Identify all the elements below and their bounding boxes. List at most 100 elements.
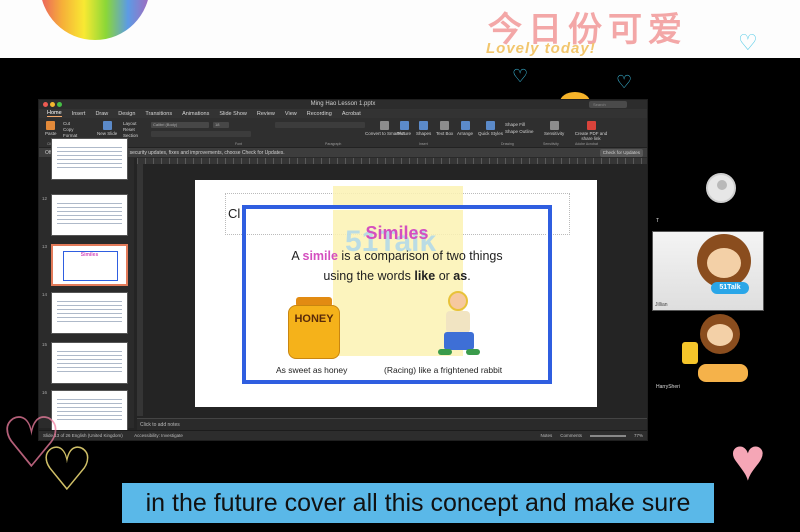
sensitivity-icon: [549, 121, 559, 130]
slide-number: 16: [42, 390, 48, 395]
vertical-ruler: [137, 164, 143, 416]
clipboard-actions: Cut Copy Format: [63, 121, 77, 139]
arrange-icon: [460, 121, 470, 130]
brand-subtitle: Lovely today!: [486, 40, 596, 57]
status-controls: Notes Comments 77%: [540, 431, 643, 441]
quick-styles-icon: [486, 121, 495, 130]
definition-text: is a comparison of two things: [337, 249, 503, 263]
slide-number: 12: [42, 196, 48, 201]
definition-text: or: [435, 269, 454, 283]
slide-thumbnail[interactable]: [51, 292, 128, 334]
search-input[interactable]: Search: [589, 101, 627, 108]
slide-thumbnail[interactable]: [51, 342, 128, 384]
caption-honey: As sweet as honey: [276, 365, 348, 375]
definition-text: using the words: [323, 269, 415, 283]
shapes-button[interactable]: Shapes: [416, 121, 431, 136]
zoom-slider[interactable]: [589, 435, 626, 437]
top-decor-band: 今日份可爱 Lovely today!: [0, 0, 800, 58]
font-name-select[interactable]: Calibri (Body): [151, 122, 209, 128]
document-title: Ming Hao Lesson 1.pptx: [310, 101, 376, 107]
rainbow-decoration: [40, 0, 150, 40]
new-slide-label: New Slide: [97, 131, 118, 136]
create-pdf-label: Create PDF and share link: [574, 131, 608, 141]
honey-label: HONEY: [294, 313, 334, 325]
text-box-icon: [440, 121, 450, 130]
running-boy-image: [436, 287, 484, 359]
arrange-button[interactable]: Arrange: [457, 121, 473, 136]
tab-recording[interactable]: Recording: [307, 111, 332, 117]
heart-decoration-icon: ♥: [730, 426, 766, 493]
text-box-button[interactable]: Text Box: [436, 121, 453, 136]
sensitivity-button[interactable]: Sensitivity: [544, 121, 564, 136]
tab-review[interactable]: Review: [257, 111, 275, 117]
tab-insert[interactable]: Insert: [72, 111, 86, 117]
smartart-icon: [380, 121, 390, 130]
office-update-bar: Office Update To keep up to date with se…: [39, 148, 647, 158]
slide-thumbnail[interactable]: [51, 138, 128, 180]
group-label-insert: Insert: [419, 142, 428, 146]
tab-view[interactable]: View: [285, 111, 297, 117]
panel-marker: T: [656, 218, 660, 224]
paragraph-row: [275, 122, 365, 128]
user-avatar[interactable]: [706, 173, 736, 203]
shape-outline-button[interactable]: Shape Outline: [505, 128, 534, 135]
slide-heading: Similes: [365, 223, 429, 243]
notes-toggle-button[interactable]: Notes: [540, 431, 552, 441]
tab-home[interactable]: Home: [47, 110, 62, 117]
slide-actions: Layout Reset Section: [123, 121, 138, 139]
comments-toggle-button[interactable]: Comments: [560, 431, 582, 441]
group-label-font: Font: [235, 142, 243, 146]
tab-animations[interactable]: Animations: [182, 111, 209, 117]
notes-pane[interactable]: Click to add notes: [137, 418, 647, 430]
slide-thumbnail-pane[interactable]: 12 13 Similes 14 15 16: [39, 138, 134, 432]
student-camera-tile[interactable]: [678, 312, 756, 384]
keyword-simile: simile: [302, 249, 338, 263]
tablet-icon: [682, 342, 698, 364]
thumb-title: Similes: [80, 252, 99, 258]
slide-number: 13: [42, 244, 48, 249]
keyword-like: like: [414, 269, 436, 283]
honey-jar-image: HONEY: [288, 297, 340, 359]
tab-acrobat[interactable]: Acrobat: [342, 111, 361, 117]
teacher-name: Jillian: [655, 302, 668, 308]
simile-content-frame[interactable]: Similes A simile is a comparison of two …: [242, 205, 552, 384]
new-slide-icon: [102, 121, 112, 130]
paste-label: Paste: [45, 131, 57, 136]
arrange-label: Arrange: [457, 131, 474, 136]
tab-slide-show[interactable]: Slide Show: [219, 111, 247, 117]
zoom-level[interactable]: 77%: [634, 431, 643, 441]
group-label-adobe: Adobe Acrobat: [575, 142, 598, 146]
picture-button[interactable]: Picture: [397, 121, 411, 136]
slide-thumbnail[interactable]: [51, 194, 128, 236]
teacher-camera-tile[interactable]: 51Talk Jillian: [652, 231, 764, 311]
definition-line-1: A simile is a comparison of two things: [246, 249, 548, 263]
paste-icon: [46, 121, 56, 130]
definition-text: A: [291, 249, 303, 263]
cam-badge: 51Talk: [711, 282, 749, 294]
slide-canvas[interactable]: Cl 51Talk Similes A simile is a comparis…: [195, 180, 597, 407]
title-bar: Ming Hao Lesson 1.pptx Search: [39, 100, 647, 109]
shape-fill-button[interactable]: Shape Fill: [505, 121, 534, 128]
caption-rabbit: (Racing) like a frightened rabbit: [384, 365, 503, 375]
new-slide-button[interactable]: New Slide: [97, 121, 117, 136]
quick-styles-label: Quick Styles: [478, 131, 504, 136]
shapes-icon: [419, 121, 429, 130]
shape-format-actions: Shape Fill Shape Outline: [505, 121, 534, 135]
tab-design[interactable]: Design: [118, 111, 135, 117]
heart-icon: ♡: [512, 66, 529, 86]
tab-transitions[interactable]: Transitions: [145, 111, 172, 117]
quick-styles-button[interactable]: Quick Styles: [478, 121, 503, 136]
heart-icon: ♡: [738, 30, 758, 55]
accessibility-status[interactable]: Accessibility: Investigate: [134, 433, 183, 438]
slide-number: 15: [42, 342, 48, 347]
slide-thumbnail-selected[interactable]: Similes: [51, 244, 128, 286]
create-pdf-button[interactable]: Create PDF and share link: [571, 121, 611, 141]
pdf-icon: [586, 121, 596, 130]
definition-line-2: using the words like or as.: [246, 269, 548, 283]
tab-draw[interactable]: Draw: [95, 111, 108, 117]
font-size-select[interactable]: 18: [213, 122, 229, 128]
group-label-sensitivity: Sensitivity: [543, 142, 559, 146]
paste-button[interactable]: Paste: [45, 121, 57, 136]
caption-subtitle: in the future cover all this concept and…: [122, 483, 714, 523]
check-for-updates-button[interactable]: Check for Updates: [599, 149, 643, 157]
